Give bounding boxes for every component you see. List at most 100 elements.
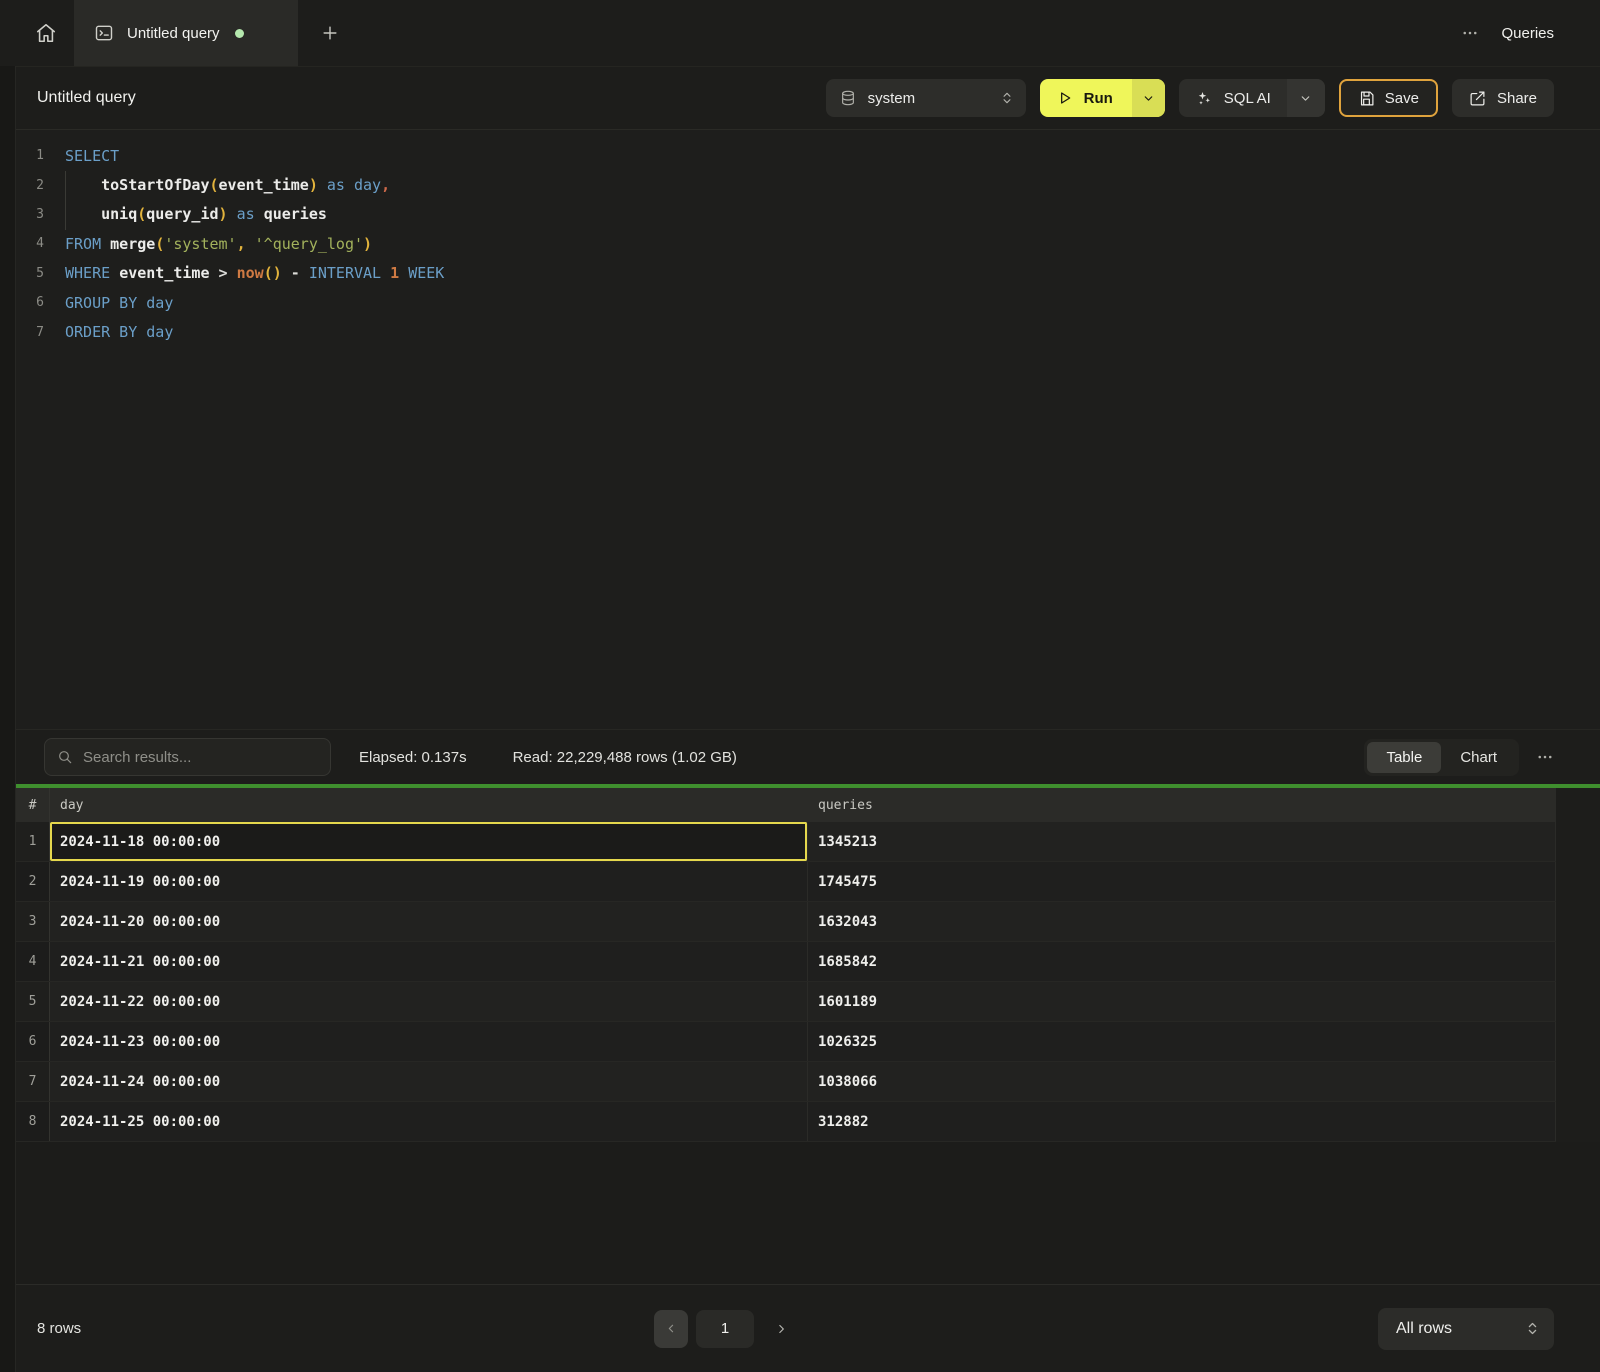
grid-header-queries[interactable]: queries (808, 788, 1556, 822)
save-button[interactable]: Save (1339, 79, 1438, 117)
home-button[interactable] (24, 0, 68, 66)
table-row: 62024-11-23 00:00:001026325 (16, 1022, 1556, 1062)
grid-header-row: # day queries (16, 788, 1556, 822)
top-tab-bar: Untitled query Queries (0, 0, 1600, 66)
sparkles-icon (1195, 89, 1213, 107)
line-number: 2 (16, 178, 44, 193)
code-text: uniq(query_id) as queries (65, 205, 327, 223)
cell-queries[interactable]: 1745475 (808, 862, 1556, 901)
table-row: 22024-11-19 00:00:001745475 (16, 862, 1556, 902)
cell-queries[interactable]: 1632043 (808, 902, 1556, 941)
cell-queries[interactable]: 1038066 (808, 1062, 1556, 1101)
indent-guide (65, 171, 66, 230)
search-icon (57, 749, 73, 765)
cell-day[interactable]: 2024-11-24 00:00:00 (50, 1062, 808, 1101)
row-index: 6 (16, 1022, 50, 1061)
grid-header-day[interactable]: day (50, 788, 808, 822)
share-button[interactable]: Share (1452, 79, 1554, 117)
page-number-button[interactable]: 1 (696, 1310, 754, 1348)
home-icon (35, 22, 57, 44)
chevron-left-icon (665, 1322, 678, 1335)
rows-count: 8 rows (37, 1320, 81, 1337)
unsaved-indicator-dot (235, 29, 244, 38)
sql-editor[interactable]: 1SELECT2 toStartOfDay(event_time) as day… (16, 130, 1600, 729)
cell-day[interactable]: 2024-11-19 00:00:00 (50, 862, 808, 901)
cell-queries[interactable]: 1026325 (808, 1022, 1556, 1061)
row-index: 5 (16, 982, 50, 1021)
queries-link[interactable]: Queries (1501, 25, 1554, 42)
row-index: 7 (16, 1062, 50, 1101)
chevron-right-icon (774, 1322, 788, 1336)
sql-ai-label: SQL AI (1224, 90, 1271, 107)
run-button-label: Run (1084, 90, 1113, 107)
cell-queries[interactable]: 1601189 (808, 982, 1556, 1021)
cell-day[interactable]: 2024-11-23 00:00:00 (50, 1022, 808, 1061)
run-button[interactable]: Run (1040, 79, 1165, 117)
code-line[interactable]: 6GROUP BY day (16, 288, 1600, 317)
share-button-label: Share (1497, 90, 1537, 107)
elapsed-stat: Elapsed: 0.137s (359, 749, 467, 766)
cell-day[interactable]: 2024-11-25 00:00:00 (50, 1102, 808, 1141)
view-toggle: Table Chart (1364, 739, 1519, 776)
database-selector[interactable]: system (826, 79, 1026, 117)
run-button-main[interactable]: Run (1040, 79, 1132, 117)
search-results-input[interactable] (83, 749, 318, 766)
sql-ai-dropdown-caret[interactable] (1287, 79, 1325, 117)
left-rail (0, 66, 16, 1372)
line-number: 7 (16, 325, 44, 340)
cell-day[interactable]: 2024-11-21 00:00:00 (50, 942, 808, 981)
query-title: Untitled query (37, 89, 136, 107)
code-text: ORDER BY day (65, 323, 173, 341)
row-index: 4 (16, 942, 50, 981)
code-text: FROM merge('system', '^query_log') (65, 235, 372, 253)
cell-day[interactable]: 2024-11-18 00:00:00 (50, 822, 808, 861)
next-page-button[interactable] (774, 1322, 788, 1336)
table-row: 52024-11-22 00:00:001601189 (16, 982, 1556, 1022)
database-selector-value: system (868, 90, 916, 107)
cell-day[interactable]: 2024-11-22 00:00:00 (50, 982, 808, 1021)
sql-ai-main[interactable]: SQL AI (1179, 79, 1287, 117)
share-icon (1469, 90, 1486, 107)
previous-page-button[interactable] (654, 1310, 688, 1348)
code-line[interactable]: 2 toStartOfDay(event_time) as day, (16, 170, 1600, 199)
results-toolbar: Elapsed: 0.137s Read: 22,229,488 rows (1… (16, 729, 1600, 784)
code-lines: 1SELECT2 toStartOfDay(event_time) as day… (16, 141, 1600, 347)
code-text: SELECT (65, 147, 119, 165)
table-row: 42024-11-21 00:00:001685842 (16, 942, 1556, 982)
ellipsis-icon (1461, 24, 1479, 42)
code-line[interactable]: 5WHERE event_time > now() - INTERVAL 1 W… (16, 259, 1600, 288)
cell-queries[interactable]: 1685842 (808, 942, 1556, 981)
view-table-button[interactable]: Table (1367, 742, 1441, 773)
play-icon (1057, 90, 1073, 106)
code-line[interactable]: 7 ORDER BY day (16, 317, 1600, 346)
cell-queries[interactable]: 312882 (808, 1102, 1556, 1141)
results-empty-area (16, 1142, 1600, 1284)
sql-ai-button[interactable]: SQL AI (1179, 79, 1325, 117)
updown-chevron-icon (1525, 1321, 1540, 1336)
view-chart-button[interactable]: Chart (1441, 742, 1516, 773)
table-row: 72024-11-24 00:00:001038066 (16, 1062, 1556, 1102)
page-size-value: All rows (1396, 1320, 1452, 1338)
line-number: 5 (16, 266, 44, 281)
tab-label: Untitled query (127, 25, 220, 42)
row-index: 8 (16, 1102, 50, 1141)
code-line[interactable]: 3 uniq(query_id) as queries (16, 200, 1600, 229)
chevron-down-icon (1142, 92, 1155, 105)
new-tab-button[interactable] (308, 0, 352, 66)
results-more-button[interactable] (1536, 748, 1554, 766)
run-dropdown-caret[interactable] (1132, 79, 1165, 117)
topbar-more-button[interactable] (1461, 24, 1479, 42)
cell-queries[interactable]: 1345213 (808, 822, 1556, 861)
row-index: 1 (16, 822, 50, 861)
query-actions: system Run (826, 79, 1554, 117)
search-results-box[interactable] (44, 738, 331, 776)
read-stat: Read: 22,229,488 rows (1.02 GB) (513, 749, 737, 766)
code-line[interactable]: 4 FROM merge('system', '^query_log') (16, 229, 1600, 258)
page-size-selector[interactable]: All rows (1378, 1308, 1554, 1350)
cell-day[interactable]: 2024-11-20 00:00:00 (50, 902, 808, 941)
code-line[interactable]: 1SELECT (16, 141, 1600, 170)
tab-untitled-query[interactable]: Untitled query (74, 0, 298, 66)
line-number: 4 (16, 236, 44, 251)
table-row: 82024-11-25 00:00:00312882 (16, 1102, 1556, 1142)
code-text: GROUP BY day (65, 294, 173, 312)
